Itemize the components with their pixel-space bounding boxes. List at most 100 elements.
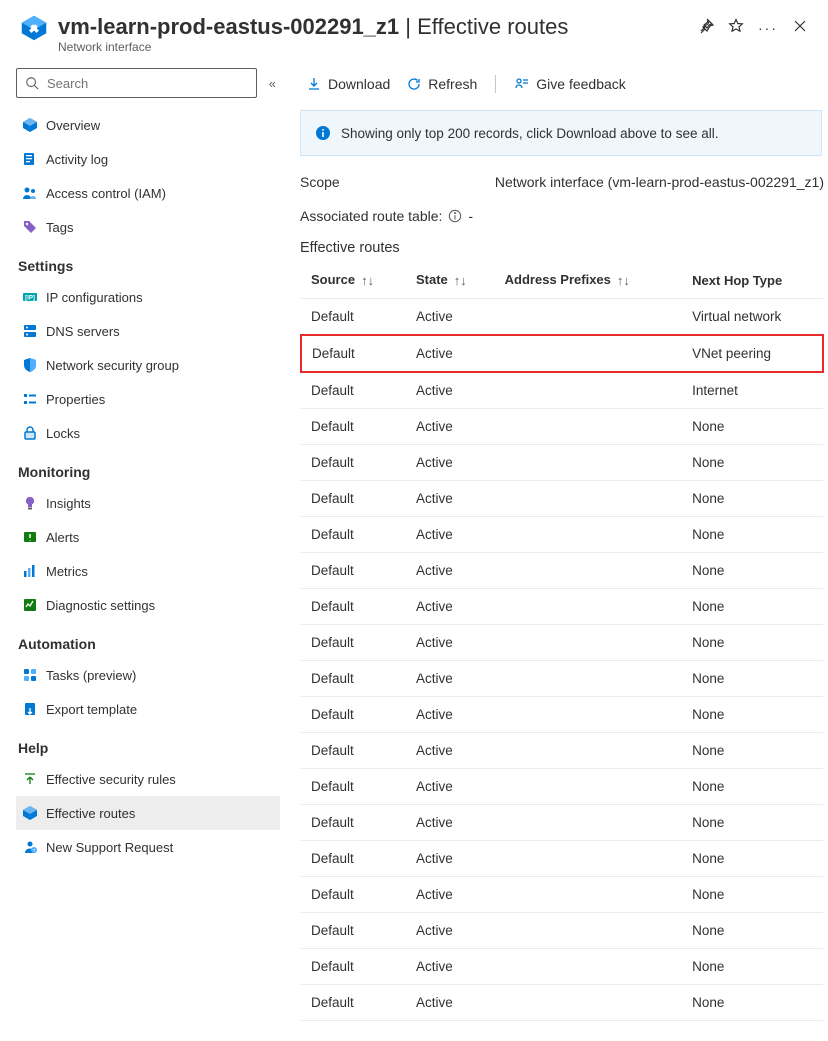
cell-source: Default [301,299,406,336]
table-row[interactable]: DefaultActiveNone [301,913,823,949]
sidebar: « Overview Activity log Access control (IA… [0,58,288,1041]
table-row[interactable]: DefaultActiveVirtual network [301,299,823,336]
col-state[interactable]: State↑↓ [406,264,495,299]
col-prefixes[interactable]: Address Prefixes↑↓ [495,264,683,299]
cell-state: Active [406,697,495,733]
cell-source: Default [301,517,406,553]
sidebar-item-ip-configurations[interactable]: [IP]IP configurations [16,280,280,314]
sidebar-item-insights[interactable]: Insights [16,486,280,520]
cell-state: Active [406,372,495,409]
cell-prefixes [495,985,683,1021]
table-row[interactable]: DefaultActiveNone [301,733,823,769]
table-row[interactable]: DefaultActive None [301,661,823,697]
cell-prefixes [495,697,683,733]
nav-icon [22,495,38,511]
nav-header-monitoring: Monitoring [18,464,280,480]
sidebar-item-locks[interactable]: Locks [16,416,280,450]
scope-label: Scope [300,174,470,190]
sidebar-item-properties[interactable]: Properties [16,382,280,416]
col-source[interactable]: Source↑↓ [301,264,406,299]
cell-source: Default [301,445,406,481]
sidebar-item-tags[interactable]: Tags [16,210,280,244]
cell-source: Default [301,877,406,913]
info-icon [315,125,331,141]
associated-route-table: Associated route table: - [300,208,824,224]
sidebar-item-label: Diagnostic settings [46,598,155,613]
table-row[interactable]: DefaultActiveNone [301,445,823,481]
download-button[interactable]: Download [300,72,396,96]
nav-icon [22,151,38,167]
sidebar-item-tasks-preview-[interactable]: Tasks (preview) [16,658,280,692]
col-nexthop[interactable]: Next Hop Type [682,264,823,299]
sidebar-item-metrics[interactable]: Metrics [16,554,280,588]
sidebar-item-access-control-iam-[interactable]: Access control (IAM) [16,176,280,210]
table-row[interactable]: DefaultActiveVNet peering [301,335,823,372]
cell-nexthop: None [682,769,823,805]
cell-source: Default [301,481,406,517]
table-row[interactable]: DefaultActiveNone [301,877,823,913]
sidebar-item-effective-routes[interactable]: Effective routes [16,796,280,830]
table-row[interactable]: DefaultActiveNone [301,409,823,445]
close-icon[interactable] [792,18,808,37]
sidebar-item-label: Insights [46,496,91,511]
cell-source: Default [301,335,406,372]
cell-nexthop: None [682,949,823,985]
nav-header-settings: Settings [18,258,280,274]
sidebar-item-overview[interactable]: Overview [16,108,280,142]
table-row[interactable]: DefaultActiveNone [301,625,823,661]
sidebar-item-new-support-request[interactable]: ?New Support Request [16,830,280,864]
table-title: Effective routes [300,240,824,256]
nav-header-help: Help [18,740,280,756]
sidebar-item-label: Activity log [46,152,108,167]
cell-nexthop: None [682,661,823,697]
table-row[interactable]: DefaultActiveNone [301,553,823,589]
sidebar-search[interactable] [16,68,257,98]
nav-icon [22,771,38,787]
table-row[interactable]: DefaultActiveNone [301,805,823,841]
table-row[interactable]: DefaultActiveInternet [301,372,823,409]
table-row[interactable]: DefaultActiveNone [301,517,823,553]
table-row[interactable]: DefaultActiveNone [301,481,823,517]
search-input[interactable] [45,75,248,92]
cell-prefixes [495,913,683,949]
cell-source: Default [301,589,406,625]
sidebar-item-effective-security-rules[interactable]: Effective security rules [16,762,280,796]
cell-state: Active [406,877,495,913]
sidebar-item-activity-log[interactable]: Activity log [16,142,280,176]
sidebar-item-alerts[interactable]: Alerts [16,520,280,554]
sidebar-item-diagnostic-settings[interactable]: Diagnostic settings [16,588,280,622]
cell-prefixes [495,481,683,517]
table-row[interactable]: DefaultActiveNone [301,697,823,733]
main-content: Download Refresh Give feedback Showing o… [288,58,828,1041]
cell-nexthop: None [682,517,823,553]
cell-prefixes [495,299,683,336]
table-row[interactable]: DefaultActiveNone [301,841,823,877]
refresh-button[interactable]: Refresh [400,72,483,96]
nav-icon [22,323,38,339]
table-row[interactable]: DefaultActiveNone [301,949,823,985]
cell-prefixes [495,589,683,625]
info-outline-icon[interactable] [448,209,462,223]
sidebar-item-export-template[interactable]: Export template [16,692,280,726]
cell-source: Default [301,733,406,769]
table-row[interactable]: DefaultActiveNone [301,769,823,805]
more-icon[interactable]: ··· [758,20,778,36]
sidebar-item-label: Access control (IAM) [46,186,166,201]
favorite-icon[interactable] [728,18,744,37]
scope-value: Network interface (vm-learn-prod-eastus-… [470,174,824,190]
table-row[interactable]: DefaultActiveNone [301,985,823,1021]
collapse-sidebar-icon[interactable]: « [265,72,280,95]
table-row[interactable]: DefaultActiveNone [301,589,823,625]
sidebar-item-dns-servers[interactable]: DNS servers [16,314,280,348]
sidebar-item-network-security-group[interactable]: Network security group [16,348,280,382]
sidebar-item-label: Overview [46,118,100,133]
nav-icon: ? [22,839,38,855]
pin-icon[interactable] [698,18,714,37]
cell-nexthop: None [682,589,823,625]
cell-prefixes [495,625,683,661]
feedback-button[interactable]: Give feedback [508,72,632,96]
sidebar-item-label: Tasks (preview) [46,668,136,683]
cell-state: Active [406,661,495,697]
cell-source: Default [301,661,406,697]
cell-source: Default [301,372,406,409]
